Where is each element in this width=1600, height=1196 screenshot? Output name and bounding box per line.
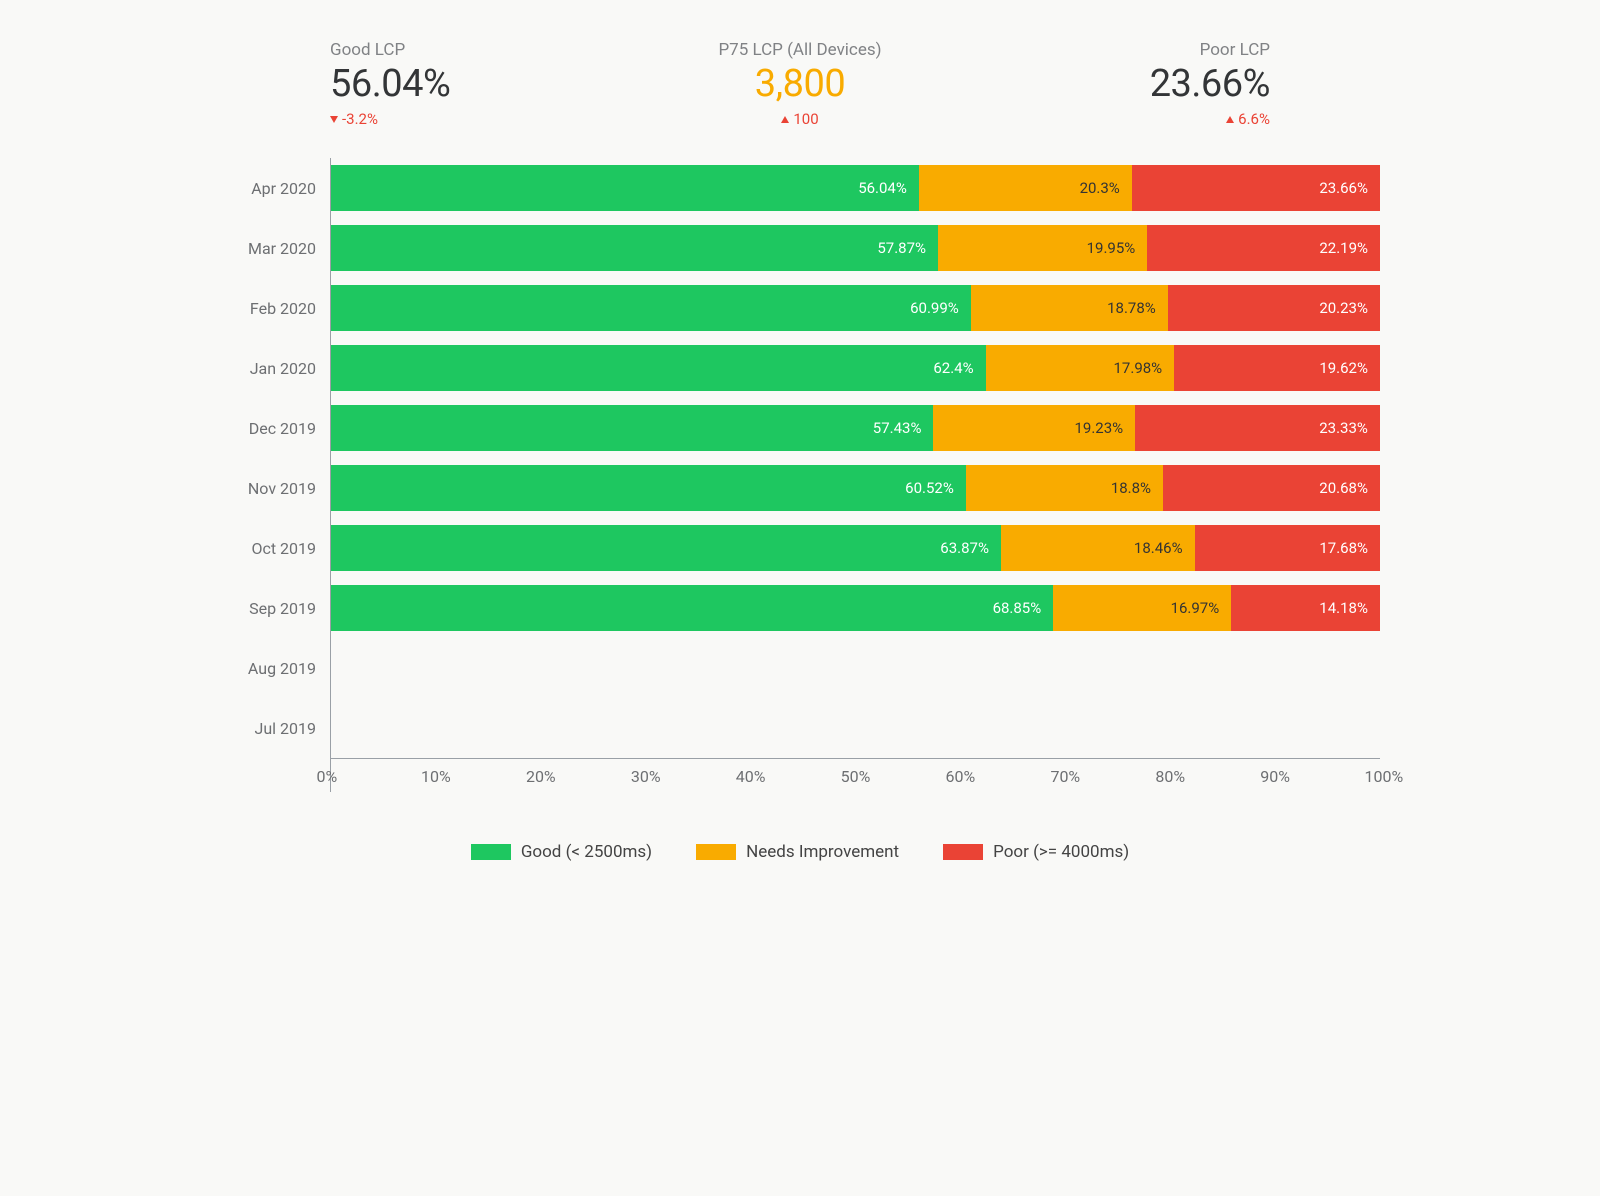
legend-swatch-poor [943, 844, 983, 860]
segment-good: 63.87% [331, 525, 1001, 571]
segment-needs-improvement: 17.98% [986, 345, 1175, 391]
stat-label: Poor LCP [1200, 40, 1270, 60]
segment-needs-improvement: 18.46% [1001, 525, 1195, 571]
segment-poor: 20.68% [1163, 465, 1380, 511]
y-axis-label: Aug 2019 [220, 638, 330, 698]
x-axis-tick: 100% [1365, 767, 1404, 786]
segment-good: 56.04% [331, 165, 919, 211]
y-axis-label: Dec 2019 [220, 398, 330, 458]
segment-good: 62.4% [331, 345, 986, 391]
x-axis-tick: 20% [526, 767, 556, 786]
x-axis-tick: 60% [946, 767, 976, 786]
bar: 57.43%19.23%23.33% [331, 405, 1380, 451]
stat-value: 3,800 [755, 62, 845, 106]
segment-poor: 23.33% [1135, 405, 1380, 451]
bar-row: 57.87%19.95%22.19% [331, 218, 1380, 278]
delta-text: 6.6% [1238, 110, 1270, 128]
y-axis-label: Sep 2019 [220, 578, 330, 638]
stat-good-lcp: Good LCP 56.04% -3.2% [330, 40, 450, 128]
stat-delta: 100 [781, 110, 818, 128]
bar-row: 63.87%18.46%17.68% [331, 518, 1380, 578]
segment-poor: 17.68% [1195, 525, 1380, 571]
legend-item-poor: Poor (>= 4000ms) [943, 842, 1129, 862]
legend-label: Needs Improvement [746, 842, 899, 862]
stat-delta: 6.6% [1226, 110, 1270, 128]
y-axis-label: Feb 2020 [220, 278, 330, 338]
plot-area: 56.04%20.3%23.66% 57.87%19.95%22.19% 60.99… [330, 158, 1380, 792]
stat-delta: -3.2% [330, 110, 378, 128]
stat-value: 23.66% [1150, 62, 1270, 106]
arrow-up-icon [781, 116, 789, 123]
bar-row: 60.99%18.78%20.23% [331, 278, 1380, 338]
x-axis: 0%10%20%30%40%50%60%70%80%90%100% [331, 758, 1380, 792]
stats-row: Good LCP 56.04% -3.2% P75 LCP (All Devic… [220, 40, 1380, 158]
bar: 62.4%17.98%19.62% [331, 345, 1380, 391]
bar: 60.52%18.8%20.68% [331, 465, 1380, 511]
segment-needs-improvement: 19.95% [938, 225, 1147, 271]
x-axis-tick: 70% [1050, 767, 1080, 786]
bar-row: 62.4%17.98%19.62% [331, 338, 1380, 398]
bar-row: 56.04%20.3%23.66% [331, 158, 1380, 218]
segment-good: 60.99% [331, 285, 971, 331]
legend-swatch-ni [696, 844, 736, 860]
legend-swatch-good [471, 844, 511, 860]
bar: 60.99%18.78%20.23% [331, 285, 1380, 331]
segment-poor: 23.66% [1132, 165, 1380, 211]
stat-label: P75 LCP (All Devices) [718, 40, 881, 60]
segment-good: 57.87% [331, 225, 938, 271]
lcp-stacked-bar-chart: Apr 2020Mar 2020Feb 2020Jan 2020Dec 2019… [220, 158, 1380, 792]
y-axis-label: Mar 2020 [220, 218, 330, 278]
bar: 57.87%19.95%22.19% [331, 225, 1380, 271]
segment-needs-improvement: 18.8% [966, 465, 1163, 511]
segment-needs-improvement: 16.97% [1053, 585, 1231, 631]
bar-row [331, 638, 1380, 698]
y-axis-labels: Apr 2020Mar 2020Feb 2020Jan 2020Dec 2019… [220, 158, 330, 792]
y-axis-label: Oct 2019 [220, 518, 330, 578]
arrow-down-icon [330, 116, 338, 123]
legend-item-good: Good (< 2500ms) [471, 842, 652, 862]
segment-needs-improvement: 18.78% [971, 285, 1168, 331]
legend-label: Good (< 2500ms) [521, 842, 652, 862]
x-axis-tick: 50% [841, 767, 871, 786]
delta-text: 100 [793, 110, 818, 128]
segment-poor: 14.18% [1231, 585, 1380, 631]
segment-needs-improvement: 20.3% [919, 165, 1132, 211]
legend-label: Poor (>= 4000ms) [993, 842, 1129, 862]
y-axis-label: Apr 2020 [220, 158, 330, 218]
legend-item-needs-improvement: Needs Improvement [696, 842, 899, 862]
segment-poor: 22.19% [1147, 225, 1380, 271]
segment-poor: 19.62% [1174, 345, 1380, 391]
y-axis-label: Jan 2020 [220, 338, 330, 398]
y-axis-label: Nov 2019 [220, 458, 330, 518]
segment-good: 60.52% [331, 465, 966, 511]
x-axis-tick: 30% [631, 767, 661, 786]
bar-rows: 56.04%20.3%23.66% 57.87%19.95%22.19% 60.99… [331, 158, 1380, 758]
bar: 56.04%20.3%23.66% [331, 165, 1380, 211]
lcp-panel: Good LCP 56.04% -3.2% P75 LCP (All Devic… [160, 0, 1440, 902]
segment-good: 57.43% [331, 405, 933, 451]
stat-poor-lcp: Poor LCP 23.66% 6.6% [1150, 40, 1270, 128]
segment-poor: 20.23% [1168, 285, 1380, 331]
segment-needs-improvement: 19.23% [933, 405, 1135, 451]
segment-good: 68.85% [331, 585, 1053, 631]
stat-value: 56.04% [330, 62, 450, 106]
x-axis-tick: 40% [736, 767, 766, 786]
x-axis-tick: 10% [421, 767, 451, 786]
bar-row [331, 698, 1380, 758]
bar: 63.87%18.46%17.68% [331, 525, 1380, 571]
y-axis-label: Jul 2019 [220, 698, 330, 758]
arrow-up-icon [1226, 116, 1234, 123]
x-axis-tick: 90% [1260, 767, 1290, 786]
bar: 68.85%16.97%14.18% [331, 585, 1380, 631]
bar-row: 60.52%18.8%20.68% [331, 458, 1380, 518]
stat-p75-lcp: P75 LCP (All Devices) 3,800 100 [718, 40, 881, 128]
x-axis-tick: 80% [1155, 767, 1185, 786]
x-axis-tick: 0% [316, 767, 337, 786]
legend: Good (< 2500ms) Needs Improvement Poor (… [220, 842, 1380, 862]
stat-label: Good LCP [330, 40, 405, 60]
delta-text: -3.2% [342, 110, 378, 128]
bar-row: 57.43%19.23%23.33% [331, 398, 1380, 458]
bar-row: 68.85%16.97%14.18% [331, 578, 1380, 638]
